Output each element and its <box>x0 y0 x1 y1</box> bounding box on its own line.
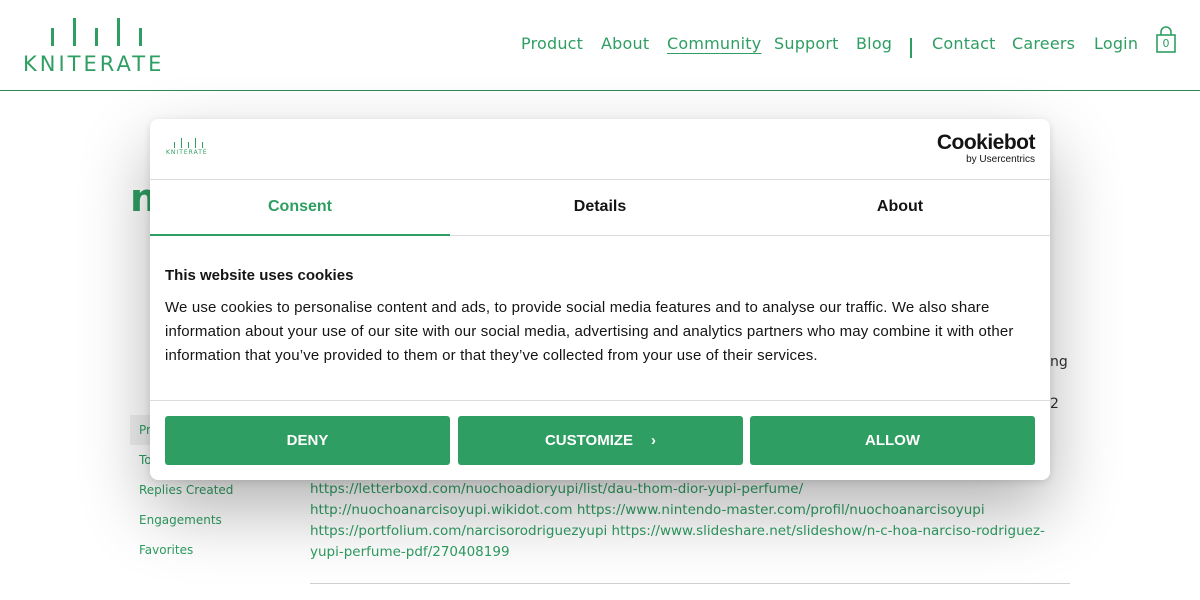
customize-button[interactable]: CUSTOMIZE › <box>458 416 743 465</box>
nav-blog[interactable]: Blog <box>856 34 892 53</box>
cookie-consent-dialog: KNITERATE Cookiebot by Usercentrics Cons… <box>150 119 1050 480</box>
cart-count: 0 <box>1162 37 1170 50</box>
side-item-engagements[interactable]: Engagements <box>130 505 290 535</box>
nav-product[interactable]: Product <box>521 34 583 53</box>
cookiebot-subtitle: by Usercentrics <box>966 154 1035 165</box>
allow-button[interactable]: ALLOW <box>750 416 1035 465</box>
main-nav: Product About Community Support Blog Con… <box>0 34 1200 58</box>
nav-careers[interactable]: Careers <box>1012 34 1075 53</box>
nav-about[interactable]: About <box>601 34 649 53</box>
nav-community[interactable]: Community <box>667 34 761 53</box>
content-divider <box>310 583 1070 584</box>
tab-consent[interactable]: Consent <box>150 180 450 236</box>
nav-divider <box>910 38 912 58</box>
background-text-fragment: ng <box>1050 354 1068 370</box>
dialog-header: KNITERATE Cookiebot by Usercentrics <box>150 119 1050 180</box>
profile-links-text[interactable]: https://letterboxd.com/nuochoadioryupi/l… <box>310 479 1050 563</box>
tab-about[interactable]: About <box>750 180 1050 236</box>
cookiebot-logo[interactable]: Cookiebot by Usercentrics <box>925 131 1036 166</box>
dialog-tabs: Consent Details About <box>150 180 1050 236</box>
cart-button[interactable]: 0 <box>1155 26 1177 54</box>
chevron-right-icon: › <box>651 432 657 449</box>
dialog-description: We use cookies to personalise content an… <box>165 299 1014 364</box>
nav-contact[interactable]: Contact <box>932 34 996 53</box>
deny-label: DENY <box>286 432 329 449</box>
dialog-logo-text: KNITERATE <box>166 149 208 156</box>
site-header: KNITERATE Product About Community Suppor… <box>0 0 1200 91</box>
side-item-favorites[interactable]: Favorites <box>130 535 290 565</box>
nav-login[interactable]: Login <box>1094 34 1138 53</box>
background-text-fragment: 2 <box>1050 396 1059 412</box>
allow-label: ALLOW <box>865 432 920 449</box>
dialog-site-logo: KNITERATE <box>166 138 212 158</box>
dialog-body: This website uses cookies We use cookies… <box>165 267 1035 368</box>
tab-details[interactable]: Details <box>450 180 750 236</box>
customize-label: CUSTOMIZE <box>544 432 634 449</box>
dialog-footer: DENY CUSTOMIZE › ALLOW <box>150 400 1050 480</box>
deny-button[interactable]: DENY <box>165 416 450 465</box>
nav-support[interactable]: Support <box>774 34 839 53</box>
dialog-title: This website uses cookies <box>165 267 354 284</box>
cookiebot-name: Cookiebot <box>936 131 1036 154</box>
